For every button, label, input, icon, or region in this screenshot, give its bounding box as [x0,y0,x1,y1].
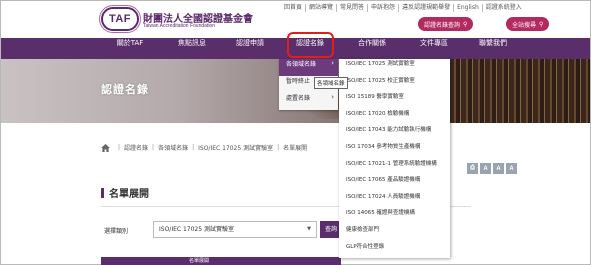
top-link-sitemap[interactable]: 網站導覽 [306,4,338,12]
chevron-right-icon: › [331,93,334,101]
font-large-button[interactable]: A [506,163,517,174]
section-heading: 名單展開 [101,185,149,200]
search-icon: ⚲ [463,20,468,28]
site-search-label: 全站搜尋 [512,21,537,29]
submenu-item[interactable]: ISO 15189 醫學實驗室 [339,92,450,109]
submenu-item[interactable]: GLP符合性登錄 [339,242,450,259]
breadcrumb-separator: | [277,144,280,151]
section-bar [101,187,104,198]
breadcrumb-separator: | [118,144,121,151]
tooltip: 各領域名錄 [314,77,348,89]
print-icon[interactable]: ⎙ [467,163,478,174]
submenu-item[interactable]: 健康檢查部門 [339,225,450,242]
registry-search-button[interactable]: 認證名錄查詢 ⚲ [418,17,474,31]
breadcrumb-separator: | [152,144,155,151]
top-link-english[interactable]: English [454,4,483,12]
logo-name-en: Taiwan Accreditation Foundation [143,23,215,29]
list-header-label: 名單展開 [189,258,210,264]
chevron-right-icon: › [331,59,334,67]
list-header-bar: 名單展開 [101,257,341,265]
submenu-item[interactable]: ISO 14065 確證與查證機構 [339,208,450,225]
top-link-report[interactable]: 違反認證規範舉發 [399,4,455,12]
submenu-item[interactable]: ISO/IEC 17024 人員驗證機構 [339,192,450,209]
submenu-item[interactable]: ISO/IEC 17025 測試實驗室 [339,59,450,76]
submenu-item[interactable]: ISO/IEC 17065 產品驗證機構 [339,175,450,192]
fields-submenu: ISO/IEC 17025 測試實驗室 ISO/IEC 17025 校正實驗室 … [339,59,450,259]
chevron-down-icon: ▼ [307,226,311,232]
nav-item-apply[interactable]: 認證申請 [236,38,264,59]
top-links: 回首頁 網站導覽 常見問答 申訴抱怨 違反認證規範舉發 English 認證系統… [281,4,525,12]
registry-search-label: 認證名錄查詢 [424,21,461,29]
breadcrumb-testing-lab[interactable]: ISO/IEC 17025 測試實驗室 [198,143,273,152]
font-medium-button[interactable]: A [493,163,504,174]
nav-item-news[interactable]: 焦點訊息 [178,38,206,59]
submenu-item[interactable]: ISO/IEC 17043 能力試驗執行機構 [339,125,450,142]
top-link-home[interactable]: 回首頁 [281,4,307,12]
nav-item-cooperation[interactable]: 合作關係 [358,38,386,59]
dropdown-item-label: 各領域名錄 [286,61,317,68]
top-link-complaint[interactable]: 申訴抱怨 [368,4,400,12]
dropdown-item-fields[interactable]: 各領域名錄 › [279,59,338,76]
site-search-button[interactable]: 全站搜尋 ⚲ [506,17,550,31]
taf-logo[interactable]: TAF [101,7,139,31]
category-label: 選擇類別 [104,228,129,235]
breadcrumb: | 認證名錄 | 各領域名錄 | ISO/IEC 17025 測試實驗室 | 名… [101,143,307,152]
dropdown-item-label: 暫時終止 [286,78,311,85]
section-title: 名單展開 [109,189,149,200]
search-icon: ⚲ [539,20,544,28]
submenu-item[interactable]: ISO/IEC 17020 檢驗機構 [339,109,450,126]
breadcrumb-registry[interactable]: 認證名錄 [124,143,148,152]
font-size-controls: ⎙ A A A [467,163,519,174]
home-icon[interactable] [101,143,110,152]
category-select-value: ISO/IEC 17025 測試實驗室 [159,226,234,233]
top-link-faq[interactable]: 常見問答 [337,4,369,12]
category-select[interactable]: ISO/IEC 17025 測試實驗室 ▼ [153,221,317,238]
submenu-item[interactable]: ISO/IEC 17021-1 管理系統驗證機構 [339,159,450,176]
nav-item-contact[interactable]: 聯繫我們 [479,38,507,59]
nav-highlight-box [287,32,334,58]
dropdown-item-label: 處置名錄 [286,95,311,102]
submenu-item[interactable]: ISO 17034 參考物質生產機構 [339,142,450,159]
breadcrumb-current: 名單展開 [283,145,308,152]
breadcrumb-separator: | [192,144,195,151]
submenu-item[interactable]: ISO/IEC 17025 校正實驗室 [339,76,450,93]
banner-title: 認證名錄 [101,83,149,96]
nav-item-about[interactable]: 關於TAF [117,38,144,59]
top-link-login[interactable]: 認證系統登入 [483,4,525,12]
font-small-button[interactable]: A [480,163,491,174]
books-image [449,59,590,123]
dropdown-item-sanctions[interactable]: 處置名錄 › [279,93,338,110]
breadcrumb-fields[interactable]: 各領域名錄 [158,143,188,152]
nav-item-documents[interactable]: 文件專區 [420,38,448,59]
